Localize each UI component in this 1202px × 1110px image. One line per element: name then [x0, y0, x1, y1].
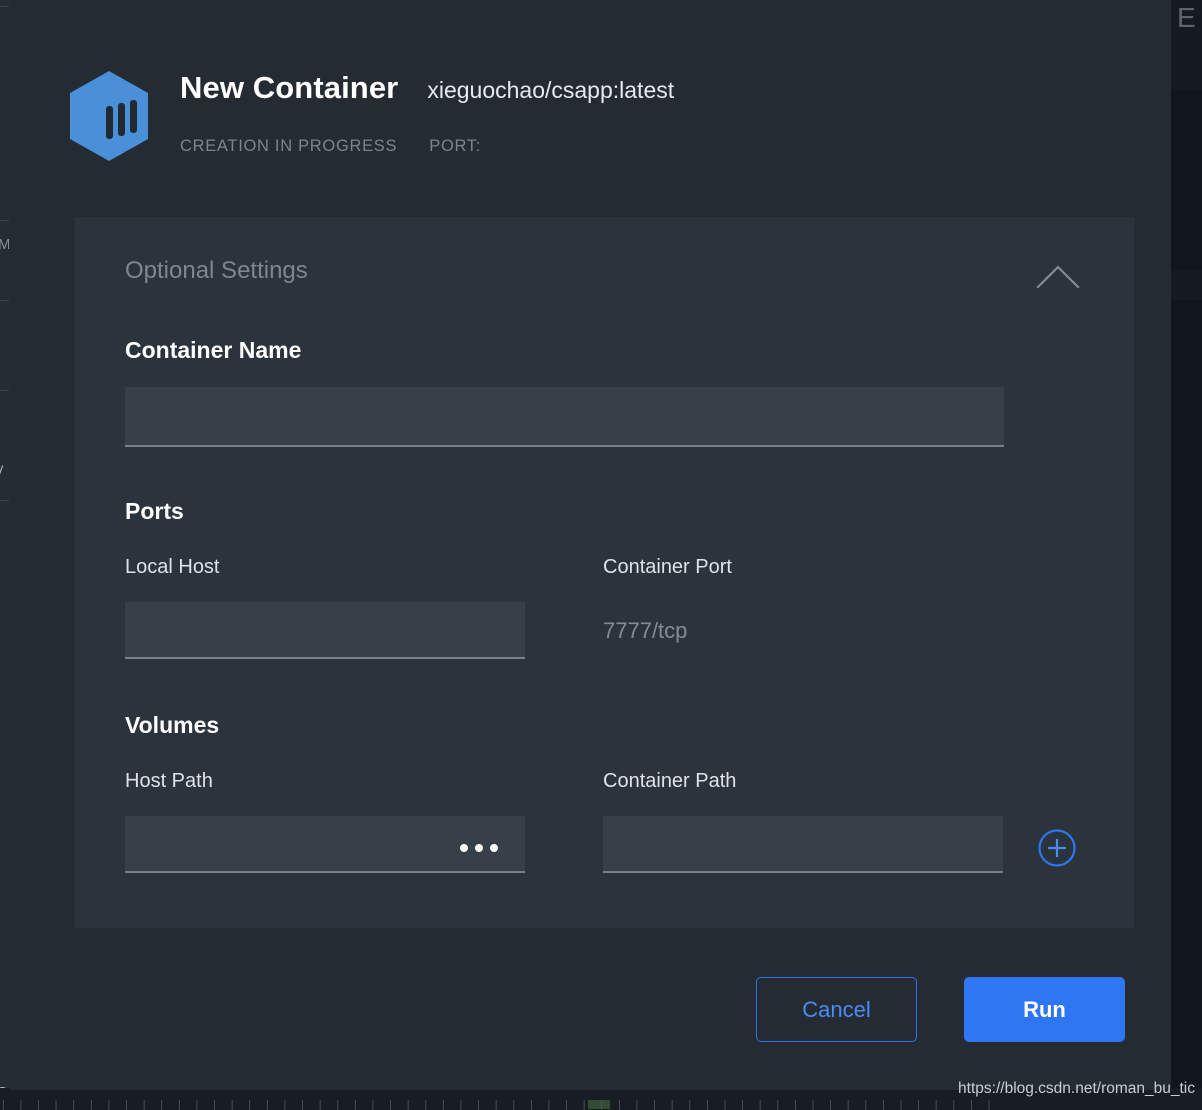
run-button[interactable]: Run [964, 977, 1125, 1042]
cancel-button[interactable]: Cancel [756, 977, 917, 1042]
container-path-input[interactable] [603, 816, 1003, 873]
container-name-input[interactable] [125, 387, 1004, 447]
container-hexagon-icon [68, 70, 150, 162]
local-host-input[interactable] [125, 602, 525, 659]
background-band [1171, 90, 1202, 270]
dialog-title-row: New Container xieguochao/csapp:latest [180, 70, 674, 106]
ports-heading: Ports [125, 498, 184, 525]
background-seam [0, 300, 9, 301]
container-port-value: 7777/tcp [603, 618, 687, 644]
screen: M / E | | | | | | | | | | | | | | | | | … [0, 0, 1202, 1110]
container-name-label: Container Name [125, 337, 301, 364]
watermark-text: https://blog.csdn.net/roman_bu_tic [958, 1080, 1195, 1098]
background-right-strip: E [1171, 0, 1202, 1110]
optional-settings-title: Optional Settings [125, 257, 308, 284]
ellipsis-dot [490, 844, 498, 852]
port-label: PORT: [429, 137, 481, 156]
dialog-header: New Container xieguochao/csapp:latest CR… [9, 0, 1171, 215]
ellipsis-dot [475, 844, 483, 852]
optional-settings-header: Optional Settings [125, 257, 1084, 297]
volumes-heading: Volumes [125, 712, 219, 739]
page-title: New Container [180, 70, 398, 106]
ellipsis-icon[interactable] [449, 832, 509, 864]
chevron-up-icon[interactable] [1032, 257, 1084, 295]
local-host-label: Local Host [125, 556, 220, 579]
background-left-glyph-mid: / [0, 460, 3, 486]
new-container-dialog: New Container xieguochao/csapp:latest CR… [9, 0, 1171, 1090]
background-right-glyph: E [1177, 2, 1196, 34]
dialog-subtitle-row: CREATION IN PROGRESS PORT: [180, 137, 481, 156]
host-path-label: Host Path [125, 770, 213, 793]
background-left-strip: M / [0, 0, 9, 1110]
background-band [1171, 300, 1202, 1110]
container-image-tag: xieguochao/csapp:latest [427, 77, 674, 104]
plus-circle-icon[interactable] [1037, 828, 1077, 868]
background-seam [0, 500, 9, 501]
container-path-label: Container Path [603, 770, 736, 793]
background-seam [0, 6, 9, 7]
background-seam [0, 390, 9, 391]
ellipsis-dot [460, 844, 468, 852]
background-seam [0, 220, 9, 221]
status-badge: CREATION IN PROGRESS [180, 137, 397, 156]
optional-settings-card: Optional Settings Container Name Ports L… [75, 217, 1134, 928]
background-bottom-ticks: | | | | | | | | | | | | | | | | | | | | … [0, 1100, 1202, 1110]
container-port-label: Container Port [603, 556, 732, 579]
